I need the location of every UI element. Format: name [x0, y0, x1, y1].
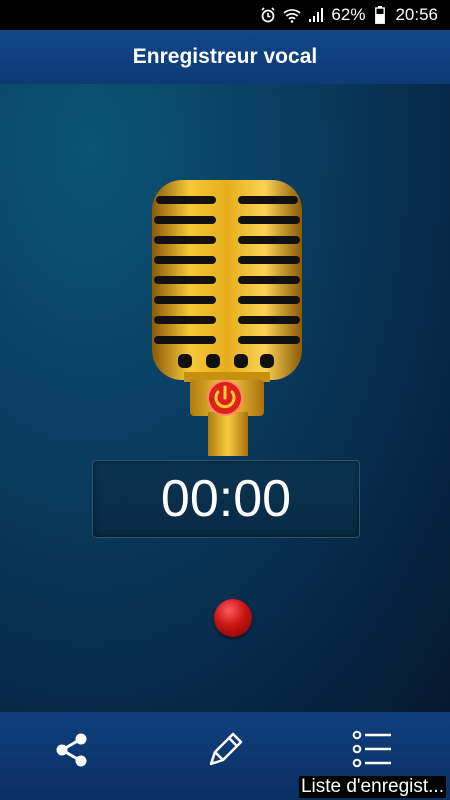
page-title: Enregistreur vocal: [132, 45, 318, 68]
share-button[interactable]: [50, 728, 94, 772]
share-icon: [56, 733, 87, 767]
list-icon: [352, 730, 391, 768]
timer-display: 00:00: [92, 460, 360, 538]
signal-icon: [307, 6, 325, 24]
microphone-icon[interactable]: [150, 176, 304, 456]
clock: 20:56: [395, 5, 438, 24]
recordings-list-button[interactable]: [350, 728, 394, 772]
battery-icon: [371, 6, 389, 24]
edit-button[interactable]: [203, 728, 247, 772]
pencil-icon: [209, 732, 243, 766]
record-button[interactable]: [214, 599, 252, 637]
status-bar: 62% 20:56: [0, 0, 450, 30]
timer-value: 00:00: [160, 470, 292, 528]
list-tooltip: Liste d'enregist...: [298, 776, 446, 798]
alarm-icon: [259, 6, 277, 24]
app-title-bar: Enregistreur vocal: [0, 30, 450, 84]
wifi-icon: [283, 6, 301, 24]
battery-percent: 62%: [331, 5, 366, 24]
recorder-area: 00:00: [0, 84, 450, 712]
